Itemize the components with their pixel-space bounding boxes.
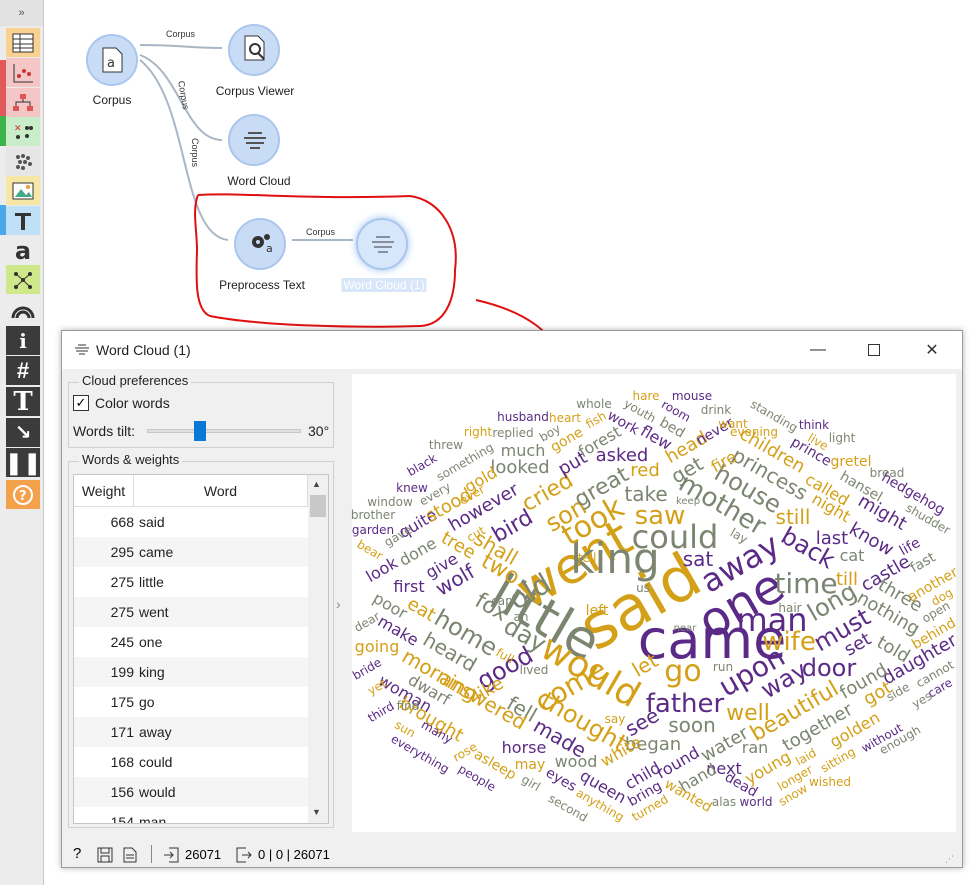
close-button[interactable]: ✕ xyxy=(920,339,944,361)
word-cloud-icon xyxy=(372,236,394,253)
weight-cell: 154 xyxy=(110,814,134,824)
weight-cell: 245 xyxy=(110,634,134,650)
splitter-arrow-icon[interactable]: › xyxy=(336,596,341,612)
node-label: Corpus Viewer xyxy=(215,84,295,98)
status-bar: ? 26071 0 | 0 | 26071 ⋰ xyxy=(61,838,963,868)
table-row[interactable]: 199 king xyxy=(74,657,308,687)
resize-grip-icon[interactable]: ⋰ xyxy=(945,854,954,865)
color-words-checkbox[interactable]: ✓ xyxy=(73,395,89,411)
word-cell: would xyxy=(139,784,176,800)
table-row[interactable]: 668 said xyxy=(74,507,308,537)
words-tilt-value: 30° xyxy=(308,423,330,439)
table-row[interactable]: 275 went xyxy=(74,597,308,627)
word-cloud-icon xyxy=(75,344,89,355)
words-tilt-slider-handle[interactable] xyxy=(194,421,206,441)
word-cell: said xyxy=(139,514,165,530)
cloud-preferences-title: Cloud preferences xyxy=(79,373,192,388)
document-icon: a xyxy=(102,47,123,73)
input-icon xyxy=(164,847,179,863)
weight-cell: 275 xyxy=(110,574,134,590)
weight-cell: 156 xyxy=(110,784,134,800)
word-cell: one xyxy=(139,634,163,650)
word-cell: go xyxy=(139,694,155,710)
status-divider xyxy=(151,845,152,863)
word-cell: went xyxy=(139,604,169,620)
link-label: Corpus xyxy=(306,227,336,237)
table-row[interactable]: 245 one xyxy=(74,627,308,657)
gears-icon: a xyxy=(252,234,273,255)
words-table[interactable]: Weight Word 668 said 295 came 275 little 275 we… xyxy=(73,474,329,824)
word-cell: man xyxy=(139,814,167,824)
table-row[interactable]: 154 man xyxy=(74,807,308,824)
workflow-links xyxy=(139,44,544,330)
word-cell: came xyxy=(139,544,174,560)
scroll-up-icon[interactable]: ▲ xyxy=(312,479,321,489)
node-label: Corpus xyxy=(92,93,132,107)
output-count: 0 | 0 | 26071 xyxy=(258,847,330,862)
table-row[interactable]: 171 away xyxy=(74,717,308,747)
table-row[interactable]: 295 came xyxy=(74,537,308,567)
orange-canvas-app: » ✕ a i # T ↘ ❚❚ ? Corpus Corpus Corpus … xyxy=(0,0,976,885)
weight-cell: 199 xyxy=(110,664,134,680)
input-count: 26071 xyxy=(185,847,222,862)
help-icon[interactable]: ? xyxy=(73,845,81,862)
words-tilt-label: Words tilt: xyxy=(73,423,135,439)
node-label: Preprocess Text xyxy=(219,278,305,292)
svg-text:a: a xyxy=(266,242,273,255)
words-tilt-slider-track[interactable] xyxy=(147,429,301,433)
save-icon[interactable] xyxy=(97,847,113,863)
weight-cell: 171 xyxy=(110,724,134,740)
table-row[interactable]: 156 would xyxy=(74,777,308,807)
info-icon[interactable]: i xyxy=(6,326,40,355)
report-icon[interactable] xyxy=(123,847,137,863)
node-label: Word Cloud xyxy=(227,174,291,188)
table-row[interactable]: 175 go xyxy=(74,687,308,717)
document-search-icon xyxy=(244,35,265,61)
weight-cell: 168 xyxy=(110,754,134,770)
arrow-icon[interactable]: ↘ xyxy=(6,418,40,447)
color-words-label: Color words xyxy=(95,395,170,411)
scroll-down-icon[interactable]: ▼ xyxy=(312,807,321,817)
text-t-icon[interactable]: T xyxy=(6,387,40,417)
help-icon[interactable]: ? xyxy=(6,480,40,509)
weight-cell: 295 xyxy=(110,544,134,560)
hash-icon[interactable]: # xyxy=(6,356,40,385)
word-cell: could xyxy=(139,754,173,770)
link-label: Corpus xyxy=(190,138,200,168)
words-weights-title: Words & weights xyxy=(79,452,183,467)
word-cell: away xyxy=(139,724,172,740)
table-scrollbar[interactable]: ▲ ▼ xyxy=(308,475,328,823)
output-icon xyxy=(236,847,252,863)
weight-cell: 275 xyxy=(110,604,134,620)
svg-text:?: ? xyxy=(19,489,27,504)
table-row[interactable]: 275 little xyxy=(74,567,308,597)
word-cell: little xyxy=(139,574,164,590)
word-cloud-icon xyxy=(244,132,266,149)
node-label: Word Cloud (1) xyxy=(341,278,427,292)
weight-cell: 175 xyxy=(110,694,134,710)
pause-icon[interactable]: ❚❚ xyxy=(5,448,41,477)
weight-column-header[interactable]: Weight xyxy=(74,475,134,507)
table-row[interactable]: 168 could xyxy=(74,747,308,777)
word-cell: king xyxy=(139,664,165,680)
weight-cell: 668 xyxy=(110,514,134,530)
link-label: Corpus xyxy=(166,29,196,39)
svg-text:a: a xyxy=(107,56,115,71)
window-titlebar[interactable]: Word Cloud (1) — ✕ xyxy=(62,331,962,369)
word-cloud-view xyxy=(352,374,956,832)
word-column-header[interactable]: Word xyxy=(134,475,308,507)
window-title: Word Cloud (1) xyxy=(96,342,191,358)
scrollbar-thumb[interactable] xyxy=(310,495,326,517)
maximize-button[interactable] xyxy=(862,339,886,361)
minimize-button[interactable]: — xyxy=(806,339,830,361)
